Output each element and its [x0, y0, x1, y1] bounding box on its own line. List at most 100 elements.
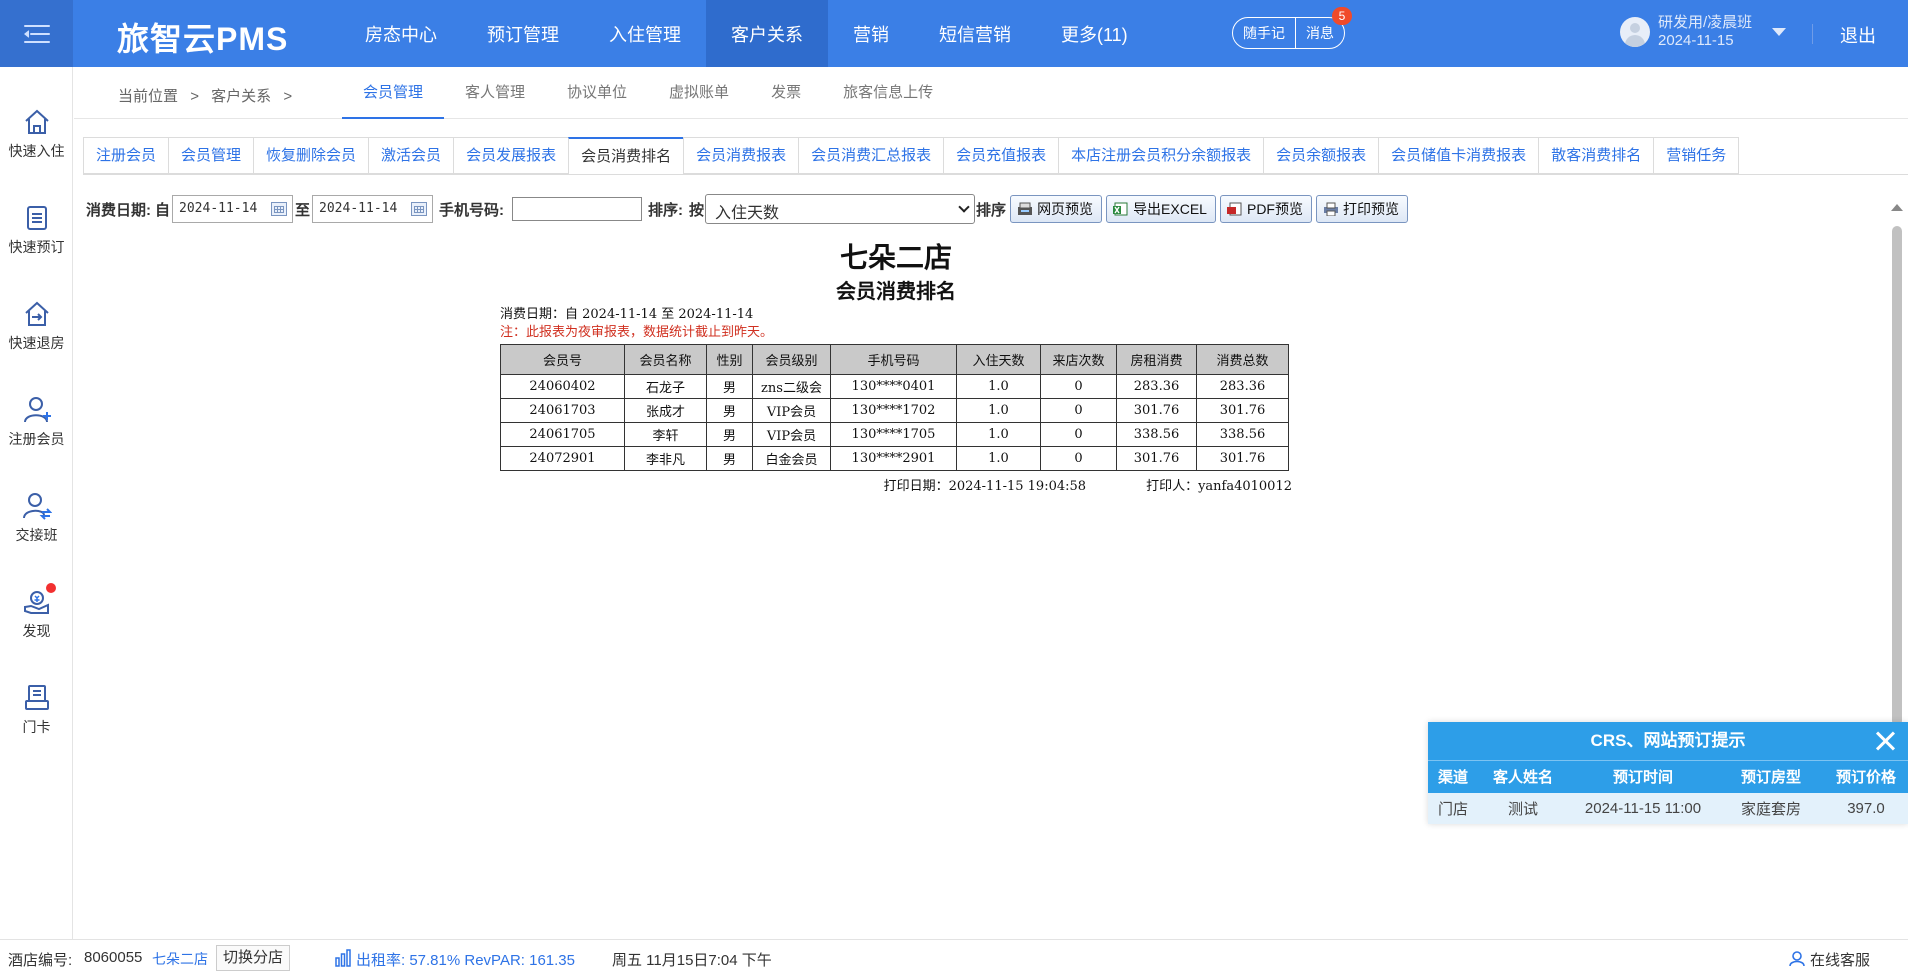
tab-member-consumption-summary[interactable]: 会员消费汇总报表 [798, 137, 944, 174]
tab-member-management[interactable]: 会员管理 [168, 137, 254, 174]
breadcrumb-separator: > [283, 88, 293, 105]
tab-stored-value-card-report[interactable]: 会员储值卡消费报表 [1378, 137, 1539, 174]
online-service-icon[interactable] [1788, 949, 1806, 971]
tab-member-recharge-report[interactable]: 会员充值报表 [943, 137, 1059, 174]
nav-marketing[interactable]: 营销 [828, 0, 914, 67]
report-table: 会员号 会员名称 性别 会员级别 手机号码 入住天数 来店次数 房租消费 消费总… [500, 344, 1289, 471]
sort-by-label: 按 [689, 201, 705, 219]
scrollbar-thumb[interactable] [1892, 226, 1902, 726]
nav-reservation[interactable]: 预订管理 [462, 0, 584, 67]
crs-table: 渠道 客人姓名 预订时间 预订房型 预订价格 门店 测试 2024-11-15 … [1428, 760, 1908, 824]
sidebar-item-label: 发现 [22, 623, 51, 639]
app-logo: 旅智云PMS [117, 21, 289, 57]
crs-booking-popup: CRS、网站预订提示 渠道 客人姓名 预订时间 预订房型 预订价格 门店 测试 … [1428, 722, 1908, 824]
nav-checkin[interactable]: 入住管理 [584, 0, 706, 67]
tab-activate-member[interactable]: 激活会员 [368, 137, 454, 174]
table-cell: 李非凡 [624, 446, 707, 471]
close-icon[interactable] [1874, 730, 1896, 752]
sort-suffix-label: 排序 [976, 201, 1007, 219]
tab-marketing-tasks[interactable]: 营销任务 [1653, 137, 1740, 174]
table-row[interactable]: 门店 测试 2024-11-15 11:00 家庭套房 397.0 [1428, 792, 1908, 824]
subnav-invoice[interactable]: 发票 [750, 67, 822, 119]
user-name: 研发用/凌晨班 [1658, 14, 1753, 31]
calendar-icon[interactable] [411, 202, 428, 216]
tab-member-consumption-report[interactable]: 会员消费报表 [683, 137, 799, 174]
sidebar-item-register-member[interactable]: 注册会员 [0, 383, 73, 463]
nav-sms-marketing[interactable]: 短信营销 [914, 0, 1036, 67]
subnav-guest-info-upload[interactable]: 旅客信息上传 [822, 67, 954, 119]
column-header: 入住天数 [956, 344, 1041, 375]
notification-dot [45, 583, 56, 593]
nav-more[interactable]: 更多(11) [1036, 0, 1153, 67]
table-cell: 130****0401 [830, 374, 957, 399]
online-service-link[interactable]: 在线客服 [1810, 949, 1870, 970]
tab-points-balance-report[interactable]: 本店注册会员积分余额报表 [1058, 137, 1264, 174]
table-cell: 24061705 [500, 422, 625, 447]
home-icon [22, 107, 52, 137]
table-cell: zns二级会 [752, 374, 831, 399]
breadcrumb: 当前位置 > 客户关系 > [118, 85, 300, 106]
column-header: 手机号码 [830, 344, 957, 375]
sidebar-item-quick-booking[interactable]: 快速预订 [0, 191, 73, 271]
table-cell: 130****1705 [830, 422, 957, 447]
sidebar-item-discover[interactable]: 发现 [0, 575, 73, 655]
pdf-preview-button[interactable]: PDF预览 [1219, 195, 1312, 223]
tab-member-balance-report[interactable]: 会员余额报表 [1263, 137, 1379, 174]
status-bar: 酒店编号: 8060055 七朵二店 切换分店 出租率: 57.81% RevP… [0, 939, 1908, 975]
chevron-down-icon[interactable] [1772, 28, 1787, 36]
hotel-number: 8060055 [84, 949, 143, 966]
end-date-input[interactable]: 2024-11-14 [312, 195, 434, 223]
tab-restore-deleted-member[interactable]: 恢复删除会员 [253, 137, 369, 174]
tab-register-member[interactable]: 注册会员 [83, 137, 169, 174]
main-nav: 房态中心 预订管理 入住管理 客户关系 营销 短信营销 更多(11) [340, 0, 1153, 67]
subnav-guest-management[interactable]: 客人管理 [444, 67, 546, 119]
phone-input[interactable] [512, 197, 643, 221]
from-label: 自 [155, 201, 171, 219]
subnav-agreement-units[interactable]: 协议单位 [546, 67, 648, 119]
scroll-up-icon[interactable] [1891, 204, 1903, 211]
add-user-icon [22, 395, 52, 425]
column-header: 预订房型 [1718, 760, 1824, 793]
table-cell: VIP会员 [752, 422, 831, 447]
user-menu[interactable]: 研发用/凌晨班 2024-11-15 [1620, 14, 1787, 50]
start-date-input[interactable]: 2024-11-14 [172, 195, 294, 223]
report-hotel-name: 七朵二店 [839, 241, 952, 274]
report-footer: 打印日期：2024-11-15 19:04:58 打印人：yanfa401001… [500, 475, 1292, 494]
sidebar-item-quick-checkin[interactable]: 快速入住 [0, 95, 73, 175]
message-badge: 5 [1332, 7, 1352, 25]
table-cell: 0 [1040, 398, 1117, 423]
table-cell: 家庭套房 [1718, 792, 1824, 824]
crs-popup-header: CRS、网站预订提示 [1428, 722, 1908, 760]
calendar-icon[interactable] [271, 202, 288, 216]
web-preview-button[interactable]: 网页预览 [1010, 195, 1103, 223]
hotel-name[interactable]: 七朵二店 [152, 949, 208, 969]
sidebar-item-door-card[interactable]: 门卡 [0, 671, 73, 751]
note-button[interactable]: 随手记 [1233, 18, 1295, 48]
subnav-member-management[interactable]: 会员管理 [342, 67, 445, 119]
breadcrumb-section[interactable]: 客户关系 [211, 88, 271, 105]
to-label: 至 [295, 201, 311, 219]
subnav-virtual-bills[interactable]: 虚拟账单 [648, 67, 750, 119]
sort-select[interactable]: 入住天数 [705, 194, 976, 224]
column-header: 预订时间 [1568, 760, 1718, 793]
occupancy-stats: 出租率: 57.81% RevPAR: 161.35 [356, 952, 575, 969]
sidebar-item-quick-checkout[interactable]: 快速退房 [0, 287, 73, 367]
tab-member-growth-report[interactable]: 会员发展报表 [453, 137, 569, 174]
sort-select-value: 入住天数 [715, 205, 780, 222]
table-cell: 石龙子 [624, 374, 707, 399]
table-cell: 338.56 [1116, 422, 1197, 447]
tab-walkin-consumption-ranking[interactable]: 散客消费排名 [1538, 137, 1654, 174]
switch-branch-button[interactable]: 切换分店 [216, 945, 291, 971]
sidebar-item-shift-handover[interactable]: 交接班 [0, 479, 73, 559]
print-preview-button[interactable]: 打印预览 [1315, 195, 1408, 223]
logout-button[interactable]: 退出 [1840, 22, 1876, 48]
menu-toggle-icon[interactable] [0, 0, 73, 67]
sort-label: 排序: [648, 201, 684, 219]
table-cell: 130****2901 [830, 446, 957, 471]
breadcrumb-label: 当前位置 [118, 88, 179, 105]
export-excel-button[interactable]: 导出EXCEL [1106, 195, 1216, 223]
tab-member-consumption-ranking[interactable]: 会员消费排名 [568, 137, 684, 175]
nav-customer-relations[interactable]: 客户关系 [706, 0, 828, 67]
vertical-scrollbar[interactable] [1886, 196, 1908, 736]
nav-room-status[interactable]: 房态中心 [340, 0, 462, 67]
